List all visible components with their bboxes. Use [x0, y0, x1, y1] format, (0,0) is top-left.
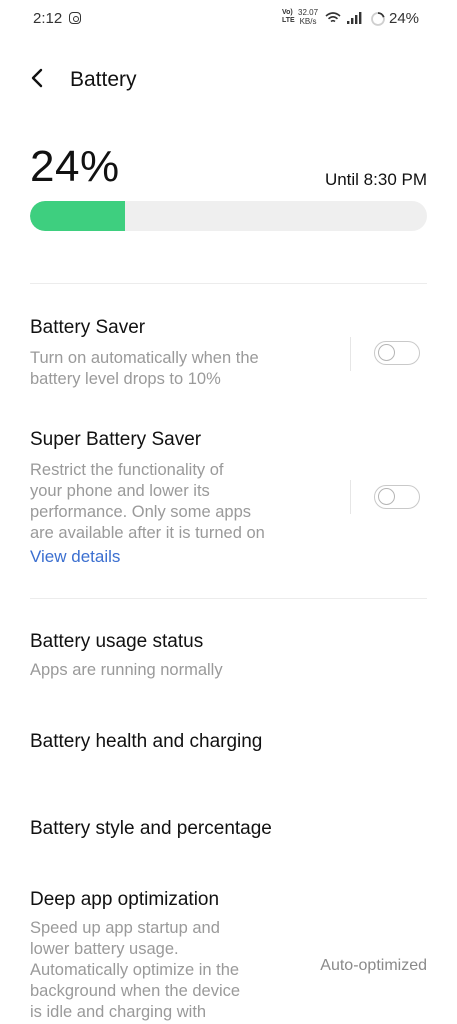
network-speed: 32.07 KB/s: [298, 8, 319, 26]
super-battery-saver-toggle[interactable]: [374, 485, 420, 509]
battery-usage-status-title: Battery usage status: [30, 631, 204, 652]
signal-icon: [347, 12, 362, 24]
deep-app-optimization-description: Speed up app startup and lower battery u…: [30, 919, 241, 1021]
divider: [30, 283, 427, 284]
battery-saver-title: Battery Saver: [30, 317, 146, 338]
instagram-icon: [69, 12, 81, 24]
deep-app-optimization-value: Auto-optimized: [320, 957, 427, 974]
status-battery-percent: 24%: [389, 10, 420, 27]
super-battery-saver-title: Super Battery Saver: [30, 429, 202, 450]
toggle-knob: [378, 344, 395, 361]
divider: [30, 598, 427, 599]
view-details-link[interactable]: View details: [30, 547, 120, 567]
separator: [350, 337, 351, 371]
status-bar: 2:12 Vo) LTE 32.07 KB/s 24%: [0, 0, 457, 40]
super-battery-saver-description: Restrict the functionality of your phone…: [30, 461, 265, 542]
battery-style-item[interactable]: Battery style and percentage: [30, 818, 272, 840]
battery-saver-description: Turn on automatically when the battery l…: [30, 349, 259, 388]
back-arrow-icon[interactable]: [26, 66, 50, 90]
page-title: Battery: [70, 68, 137, 91]
battery-ring-icon: [371, 12, 385, 26]
volte-icon: Vo) LTE: [282, 9, 295, 24]
battery-usage-status-subtitle: Apps are running normally: [30, 661, 223, 679]
deep-app-optimization-title: Deep app optimization: [30, 889, 220, 910]
wifi-icon: [325, 12, 341, 23]
status-time: 2:12: [33, 10, 63, 27]
battery-estimate: Until 8:30 PM: [324, 170, 427, 189]
header: Battery: [0, 58, 457, 102]
battery-level-bar: [30, 201, 427, 231]
separator: [350, 480, 351, 514]
battery-percentage: 24%: [30, 142, 120, 191]
toggle-knob: [378, 488, 395, 505]
battery-level-fill: [30, 201, 126, 231]
battery-saver-toggle[interactable]: [374, 341, 420, 365]
battery-health-item[interactable]: Battery health and charging: [30, 731, 262, 753]
